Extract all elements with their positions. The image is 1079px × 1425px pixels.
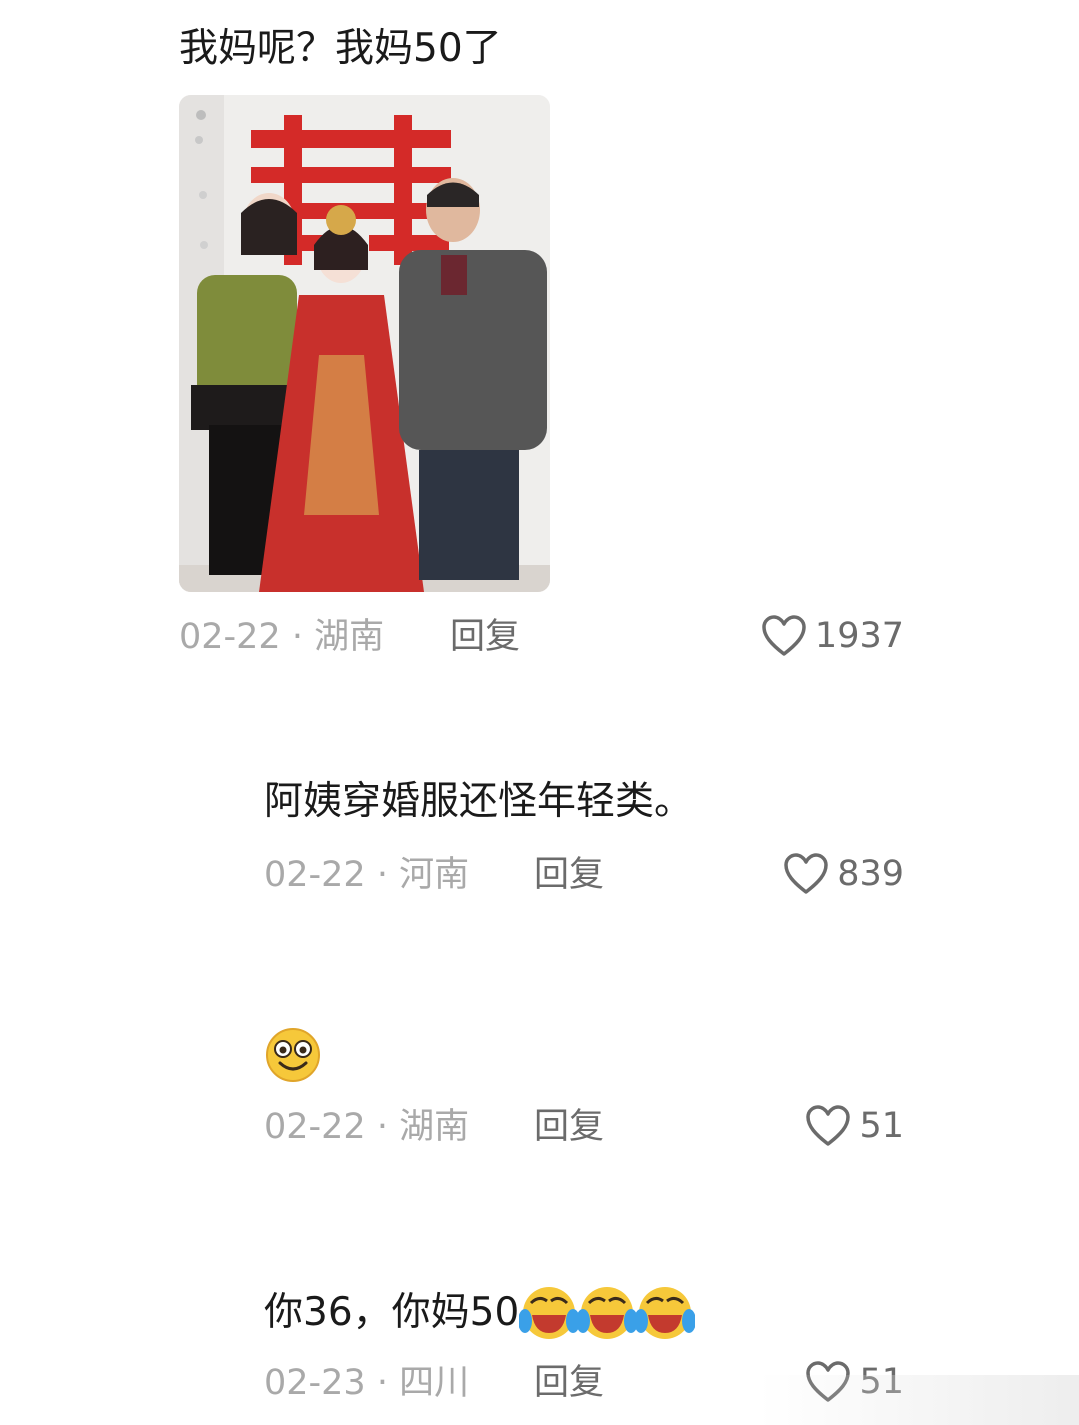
reply-button[interactable]: 回复 bbox=[450, 616, 520, 658]
heart-outline-icon bbox=[806, 1105, 851, 1146]
smile-emoji-icon bbox=[266, 1028, 320, 1082]
like-button[interactable]: 51 bbox=[805, 1104, 904, 1148]
comment-3 bbox=[264, 1027, 322, 1083]
reply-button[interactable]: 回复 bbox=[534, 854, 604, 896]
comment-date: 02-23 bbox=[264, 1363, 366, 1403]
meta-separator: · bbox=[376, 1107, 400, 1147]
comment-location: 四川 bbox=[399, 1363, 470, 1403]
comment-text: 你36，你妈50 bbox=[264, 1290, 520, 1335]
meta-separator: · bbox=[376, 855, 400, 895]
watermark-overlay bbox=[759, 1375, 1079, 1425]
comment-meta: 02-22 · 湖南 bbox=[264, 1106, 469, 1148]
meta-separator: · bbox=[291, 617, 315, 657]
like-button[interactable]: 1937 bbox=[761, 614, 904, 658]
like-count: 839 bbox=[837, 854, 904, 894]
comment-meta: 02-22 · 河南 bbox=[264, 854, 469, 896]
comment-location: 河南 bbox=[399, 855, 470, 895]
like-button[interactable]: 839 bbox=[783, 852, 904, 896]
comment-date: 02-22 bbox=[264, 855, 366, 895]
comment-image[interactable] bbox=[179, 95, 550, 592]
reply-button[interactable]: 回复 bbox=[534, 1106, 604, 1148]
comment-1: 我妈呢？我妈50了 bbox=[179, 25, 502, 73]
like-count: 51 bbox=[859, 1106, 904, 1146]
meta-separator: · bbox=[376, 1363, 400, 1403]
comment-date: 02-22 bbox=[264, 1107, 366, 1147]
comment-meta: 02-23 · 四川 bbox=[264, 1362, 469, 1404]
comment-location: 湖南 bbox=[314, 617, 385, 657]
comment-text: 我妈呢？我妈50了 bbox=[179, 26, 502, 71]
laugh-cry-emoji-icon bbox=[519, 1287, 696, 1339]
like-count: 1937 bbox=[814, 616, 904, 656]
comment-text: 阿姨穿婚服还怪年轻类。 bbox=[264, 779, 694, 824]
wedding-photo bbox=[179, 95, 550, 592]
reply-button[interactable]: 回复 bbox=[534, 1362, 604, 1404]
comment-2: 阿姨穿婚服还怪年轻类。 bbox=[264, 778, 693, 826]
heart-outline-icon bbox=[762, 615, 806, 656]
heart-outline-icon bbox=[784, 853, 828, 894]
comment-location: 湖南 bbox=[399, 1107, 470, 1147]
comment-4: 你36，你妈50 bbox=[264, 1285, 696, 1341]
comment-date: 02-22 bbox=[179, 617, 281, 657]
comment-meta: 02-22 · 湖南 bbox=[179, 616, 384, 658]
